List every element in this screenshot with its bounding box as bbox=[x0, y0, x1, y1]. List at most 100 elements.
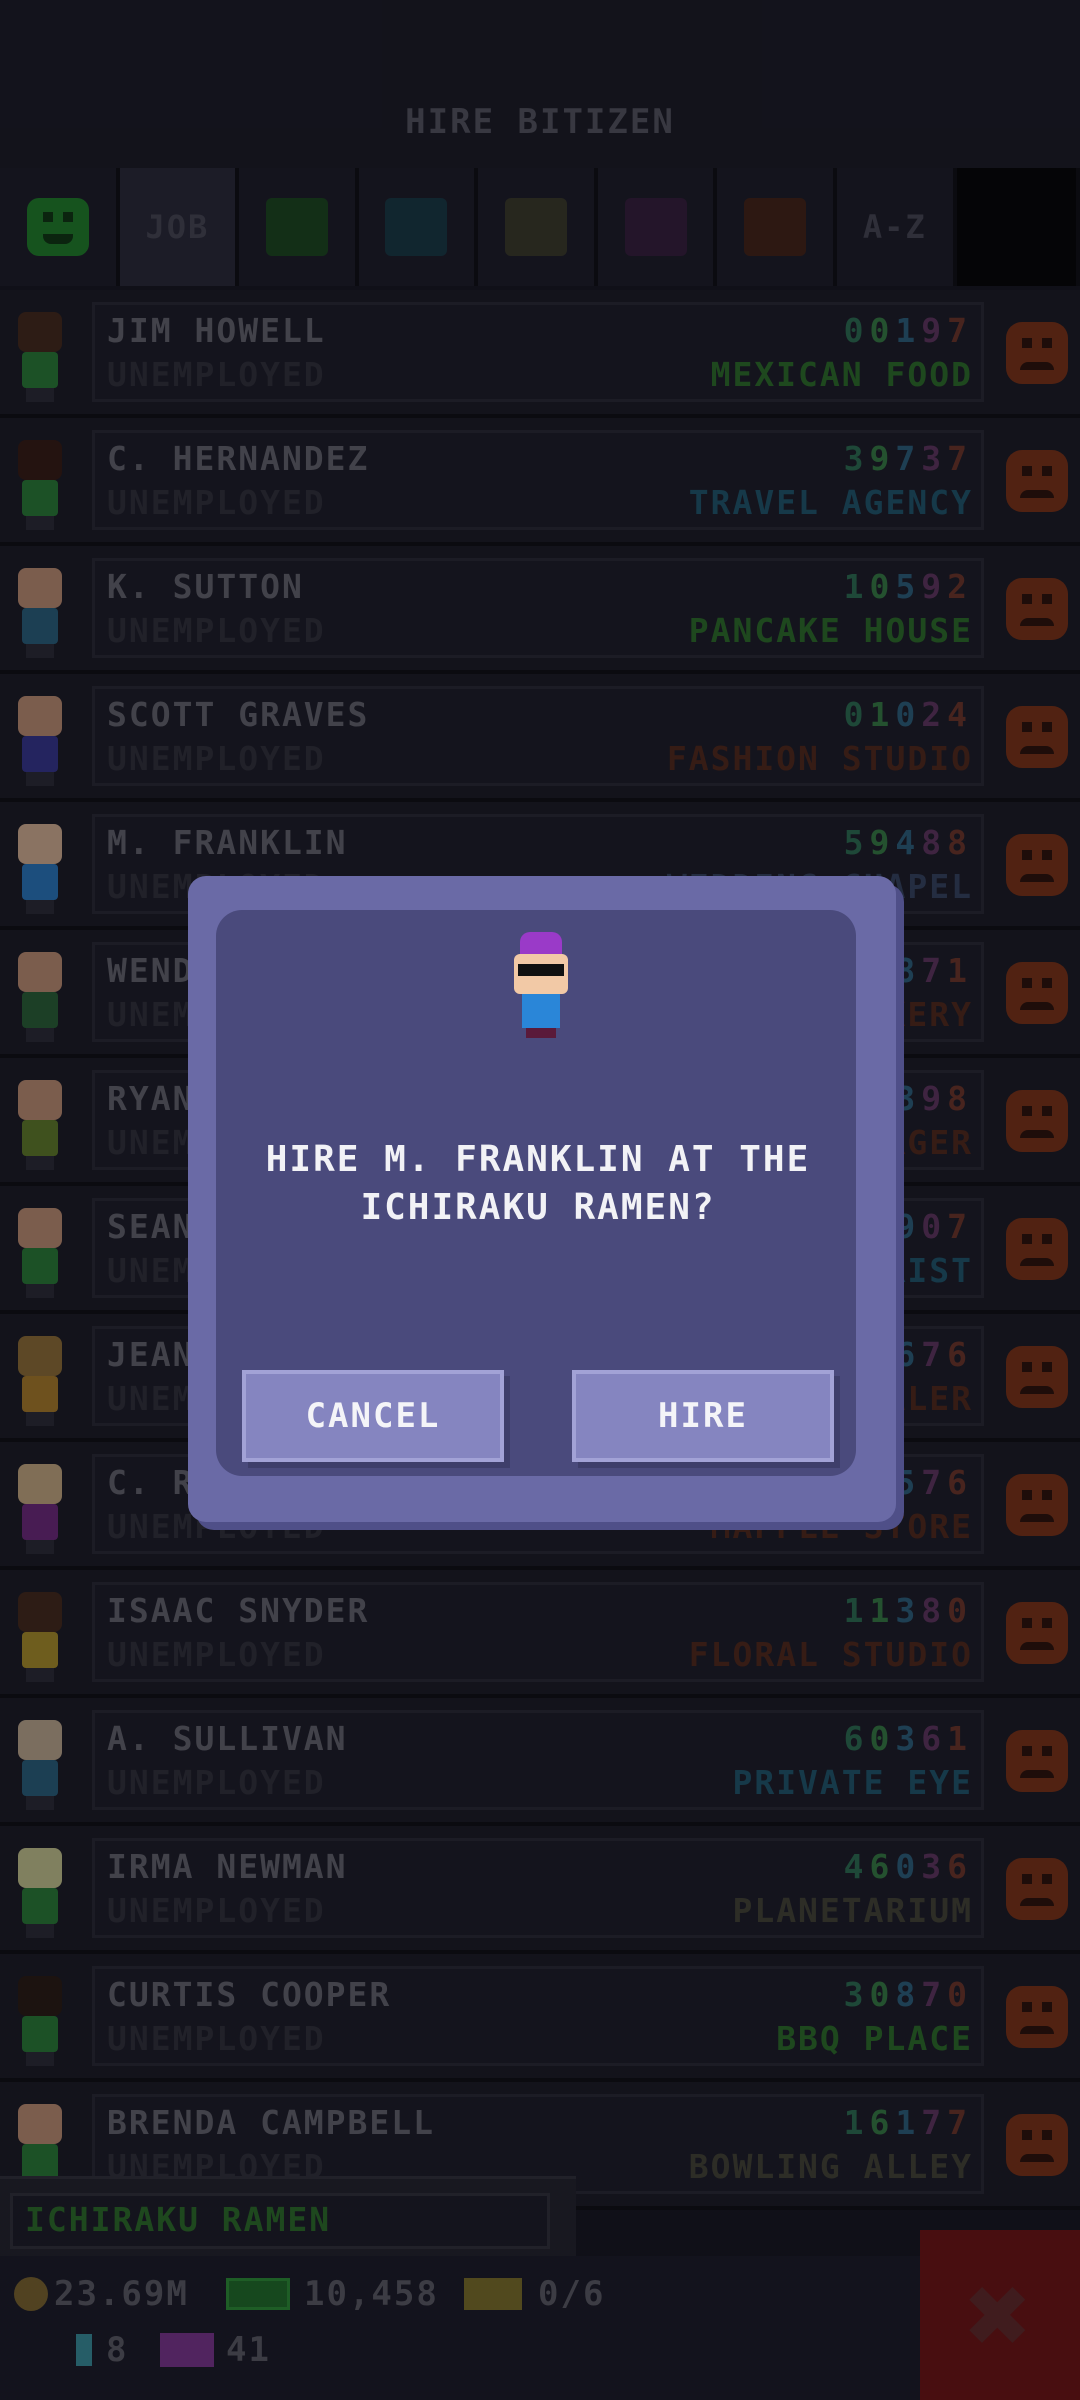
hire-dialog: HIRE M. FRANKLIN AT THE ICHIRAKU RAMEN? … bbox=[188, 876, 896, 1522]
color-swatch bbox=[385, 198, 448, 256]
employment-status: UNEMPLOYED bbox=[107, 1891, 326, 1930]
avatar bbox=[10, 948, 70, 1044]
dream-job: FLORAL STUDIO bbox=[688, 1635, 973, 1674]
skill-digits: 10592 bbox=[843, 567, 973, 606]
sad-face-icon bbox=[1006, 2114, 1068, 2176]
skill-digits: 11380 bbox=[843, 1591, 973, 1630]
avatar bbox=[10, 564, 70, 660]
cash-value: 10,458 bbox=[304, 2274, 439, 2314]
tab-spacer bbox=[956, 168, 1076, 286]
list-item[interactable]: C. HERNANDEZ UNEMPLOYED 39737 TRAVEL AGENCY bbox=[0, 418, 1080, 546]
filter-tabs: JOB A-Z bbox=[0, 168, 1080, 286]
bitizen-name: ISAAC SNYDER bbox=[107, 1591, 370, 1630]
color-swatch bbox=[505, 198, 568, 256]
close-button[interactable]: ✖ bbox=[920, 2230, 1080, 2400]
avatar bbox=[10, 1588, 70, 1684]
bitizen-info: JIM HOWELL UNEMPLOYED 00197 MEXICAN FOOD bbox=[92, 302, 984, 402]
bux-icon bbox=[76, 2334, 92, 2366]
bitizen-name: BRENDA CAMPBELL bbox=[107, 2103, 436, 2142]
tab-0[interactable] bbox=[0, 168, 116, 286]
sad-face-icon bbox=[1006, 1218, 1068, 1280]
skill-digits: 30870 bbox=[843, 1975, 973, 2014]
skill-digits: 01024 bbox=[843, 695, 973, 734]
list-item[interactable]: A. SULLIVAN UNEMPLOYED 60361 PRIVATE EYE bbox=[0, 1698, 1080, 1826]
color-swatch bbox=[624, 198, 687, 256]
bitizen-name: SCOTT GRAVES bbox=[107, 695, 370, 734]
avatar bbox=[10, 1972, 70, 2068]
bitizen-info: SCOTT GRAVES UNEMPLOYED 01024 FASHION STUDI… bbox=[92, 686, 984, 786]
ticket-icon bbox=[464, 2278, 522, 2310]
list-item[interactable]: CURTIS COOPER UNEMPLOYED 30870 BBQ PLACE bbox=[0, 1954, 1080, 2082]
tickets-value: 0/6 bbox=[538, 2274, 606, 2314]
bitizen-avatar bbox=[504, 932, 578, 1042]
avatar bbox=[10, 820, 70, 916]
avatar bbox=[10, 1844, 70, 1940]
skill-digits: 60361 bbox=[843, 1719, 973, 1758]
vip-stat: 41 bbox=[160, 2330, 271, 2370]
hire-prompt: HIRE M. FRANKLIN AT THE ICHIRAKU RAMEN? bbox=[265, 1139, 811, 1228]
tab-7[interactable]: A-Z bbox=[836, 168, 953, 286]
list-item[interactable]: IRMA NEWMAN UNEMPLOYED 46036 PLANETARIUM bbox=[0, 1826, 1080, 1954]
tab-3[interactable] bbox=[358, 168, 475, 286]
sad-face-icon bbox=[1006, 706, 1068, 768]
color-swatch bbox=[744, 198, 807, 256]
dream-job: PLANETARIUM bbox=[732, 1891, 973, 1930]
cancel-button[interactable]: CANCEL bbox=[242, 1370, 504, 1462]
list-item[interactable]: K. SUTTON UNEMPLOYED 10592 PANCAKE HOUSE bbox=[0, 546, 1080, 674]
tab-2[interactable] bbox=[239, 168, 355, 286]
employment-status: UNEMPLOYED bbox=[107, 2019, 326, 2058]
sad-face-icon bbox=[1006, 962, 1068, 1024]
tab-1[interactable]: JOB bbox=[119, 168, 236, 286]
bitizen-name: A. SULLIVAN bbox=[107, 1719, 348, 1758]
color-swatch bbox=[265, 198, 328, 256]
list-item[interactable]: JIM HOWELL UNEMPLOYED 00197 MEXICAN FOOD bbox=[0, 290, 1080, 418]
bitizen-info: K. SUTTON UNEMPLOYED 10592 PANCAKE HOUSE bbox=[92, 558, 984, 658]
dream-job: FASHION STUDIO bbox=[666, 739, 973, 778]
floor-tab[interactable]: ICHIRAKU RAMEN bbox=[0, 2176, 576, 2259]
bitizen-info: C. HERNANDEZ UNEMPLOYED 39737 TRAVEL AGENCY bbox=[92, 430, 984, 530]
coin-icon bbox=[14, 2277, 48, 2311]
tab-label: A-Z bbox=[862, 208, 927, 246]
list-item[interactable]: SCOTT GRAVES UNEMPLOYED 01024 FASHION STUDI… bbox=[0, 674, 1080, 802]
bux-value: 8 bbox=[106, 2330, 129, 2370]
sad-face-icon bbox=[1006, 1602, 1068, 1664]
sad-face-icon bbox=[1006, 322, 1068, 384]
coins-value: 23.69M bbox=[54, 2274, 189, 2314]
bitizen-name: CURTIS COOPER bbox=[107, 1975, 392, 2014]
sad-face-icon bbox=[1006, 1730, 1068, 1792]
tab-6[interactable] bbox=[717, 168, 833, 286]
coins-stat: 23.69M bbox=[14, 2274, 189, 2314]
sad-face-icon bbox=[1006, 834, 1068, 896]
avatar bbox=[10, 436, 70, 532]
sad-face-icon bbox=[1006, 450, 1068, 512]
tab-4[interactable] bbox=[478, 168, 594, 286]
employment-status: UNEMPLOYED bbox=[107, 1763, 326, 1802]
smiley-icon bbox=[26, 198, 89, 256]
sad-face-icon bbox=[1006, 1474, 1068, 1536]
bitizen-info: IRMA NEWMAN UNEMPLOYED 46036 PLANETARIUM bbox=[92, 1838, 984, 1938]
tab-5[interactable] bbox=[597, 168, 714, 286]
bitizen-name: K. SUTTON bbox=[107, 567, 304, 606]
bux-stat: 8 bbox=[76, 2330, 128, 2370]
avatar bbox=[10, 1204, 70, 1300]
vip-value: 41 bbox=[226, 2330, 271, 2370]
cash-icon bbox=[226, 2278, 290, 2310]
avatar bbox=[10, 308, 70, 404]
employment-status: UNEMPLOYED bbox=[107, 611, 326, 650]
close-icon: ✖ bbox=[965, 2251, 1035, 2379]
dream-job: TRAVEL AGENCY bbox=[688, 483, 973, 522]
bottom-bar: 23.69M 10,458 0/6 8 41 bbox=[0, 2256, 1080, 2400]
header: HIRE BITIZEN bbox=[0, 0, 1080, 168]
employment-status: UNEMPLOYED bbox=[107, 483, 326, 522]
bitizen-name: JIM HOWELL bbox=[107, 311, 326, 350]
hire-button[interactable]: HIRE bbox=[572, 1370, 834, 1462]
bitizen-name: IRMA NEWMAN bbox=[107, 1847, 348, 1886]
skill-digits: 59488 bbox=[843, 823, 973, 862]
list-item[interactable]: ISAAC SNYDER UNEMPLOYED 11380 FLORAL STUDIO bbox=[0, 1570, 1080, 1698]
bitizen-info: CURTIS COOPER UNEMPLOYED 30870 BBQ PLACE bbox=[92, 1966, 984, 2066]
employment-status: UNEMPLOYED bbox=[107, 1635, 326, 1674]
avatar bbox=[10, 1716, 70, 1812]
bitizen-name: M. FRANKLIN bbox=[107, 823, 348, 862]
employment-status: UNEMPLOYED bbox=[107, 355, 326, 394]
tickets-stat: 0/6 bbox=[464, 2274, 605, 2314]
